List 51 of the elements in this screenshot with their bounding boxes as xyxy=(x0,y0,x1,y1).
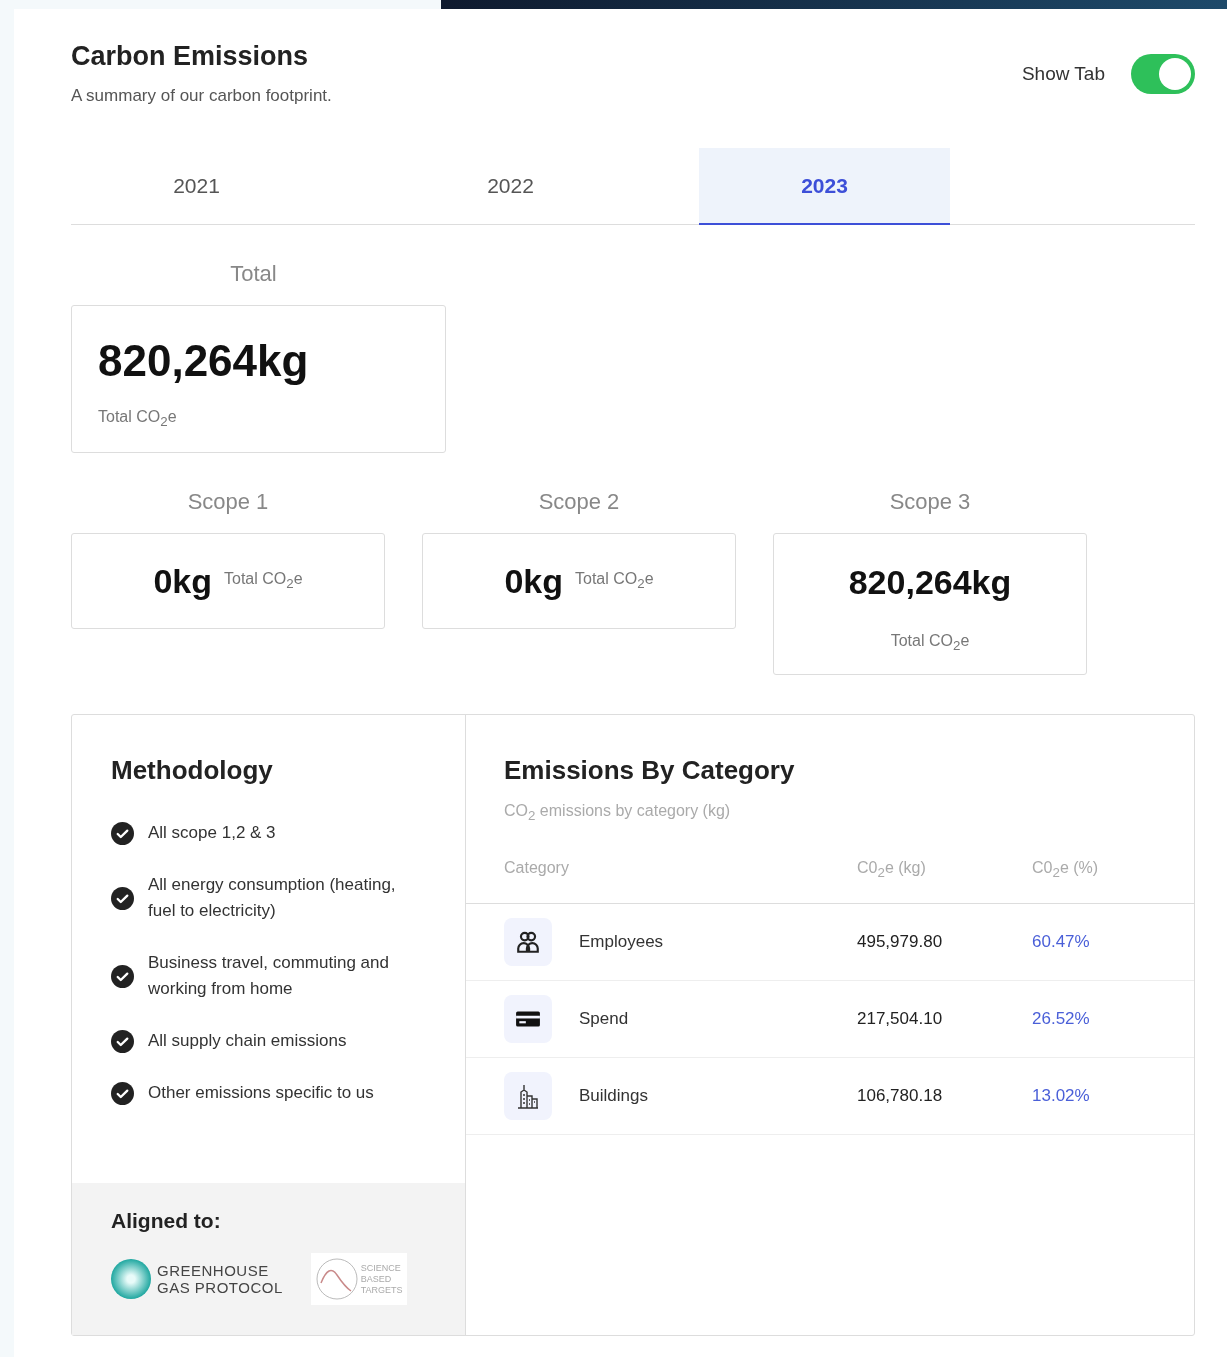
year-tab[interactable]: 2023 xyxy=(699,148,950,225)
toggle-label: Show Tab xyxy=(1021,63,1105,85)
category-subtitle: CO$_{2}$ emissions by category (kg) xyxy=(504,802,732,824)
check-circle-icon xyxy=(111,886,134,910)
category-percent: 13.02% xyxy=(1032,1086,1090,1107)
total-value: 820,264kg xyxy=(98,336,310,386)
scope-label: Scope 2 xyxy=(537,489,621,515)
page-subtitle: A summary of our carbon footprint. xyxy=(71,86,332,106)
scope-label: Scope 3 xyxy=(888,489,972,515)
scope-value: 0kg xyxy=(504,561,563,601)
methodology-item: Other emissions specific to us xyxy=(148,1082,374,1104)
check-circle-icon xyxy=(111,1081,134,1105)
aligned-title: Aligned to: xyxy=(111,1209,222,1233)
methodology-item: All energy consumption (heating, fuel to electricity) xyxy=(148,874,397,922)
page-title: Carbon Emissions xyxy=(71,41,310,72)
ring-logo-icon xyxy=(111,1259,151,1299)
category-percent: 26.52% xyxy=(1032,1009,1090,1030)
methodology-item: All supply chain emissions xyxy=(148,1030,347,1052)
scope-caption: Total CO$_{2}$e xyxy=(890,631,970,654)
methodology-item: Business travel, commuting and working from home xyxy=(148,952,390,1000)
methodology-title: Methodology xyxy=(111,755,274,786)
card-icon xyxy=(504,995,552,1044)
column-header: C0$_{2}$e (%) xyxy=(1032,859,1099,881)
check-circle-icon xyxy=(111,964,134,988)
column-header: C0$_{2}$e (kg) xyxy=(857,859,927,881)
targets-logo: SCIENCE BASED TARGETS xyxy=(310,1253,407,1305)
year-tab[interactable]: 2022 xyxy=(385,148,636,225)
category-name: Buildings xyxy=(579,1086,648,1107)
category-percent: 60.47% xyxy=(1032,932,1090,953)
methodology-item: All scope 1,2 & 3 xyxy=(148,822,276,844)
category-title: Emissions By Category xyxy=(504,755,796,786)
category-name: Employees xyxy=(579,932,664,953)
people-icon xyxy=(504,918,552,967)
scope-value: 0kg xyxy=(153,561,212,601)
scope-caption: Total CO$_{2}$e xyxy=(575,570,654,592)
total-label: Total xyxy=(229,261,278,287)
total-caption: Total CO$_{2}$e xyxy=(98,408,178,430)
logo-text: GREENHOUSE GAS PROTOCOL xyxy=(157,1262,283,1296)
building-icon xyxy=(504,1072,552,1121)
check-circle-icon xyxy=(111,1029,134,1053)
scope-label: Scope 1 xyxy=(186,489,270,515)
category-name: Spend xyxy=(579,1009,629,1030)
category-kg: 217,504.10 xyxy=(857,1009,944,1030)
category-kg: 495,979.80 xyxy=(857,932,944,953)
category-kg: 106,780.18 xyxy=(857,1086,944,1107)
year-tab[interactable]: 2021 xyxy=(71,148,322,225)
scope-value: 820,264kg xyxy=(848,562,1012,602)
column-header: Category xyxy=(504,859,570,878)
toggle-switch[interactable] xyxy=(1131,54,1195,94)
check-circle-icon xyxy=(111,821,134,845)
scope-caption: Total CO$_{2}$e xyxy=(224,570,303,592)
